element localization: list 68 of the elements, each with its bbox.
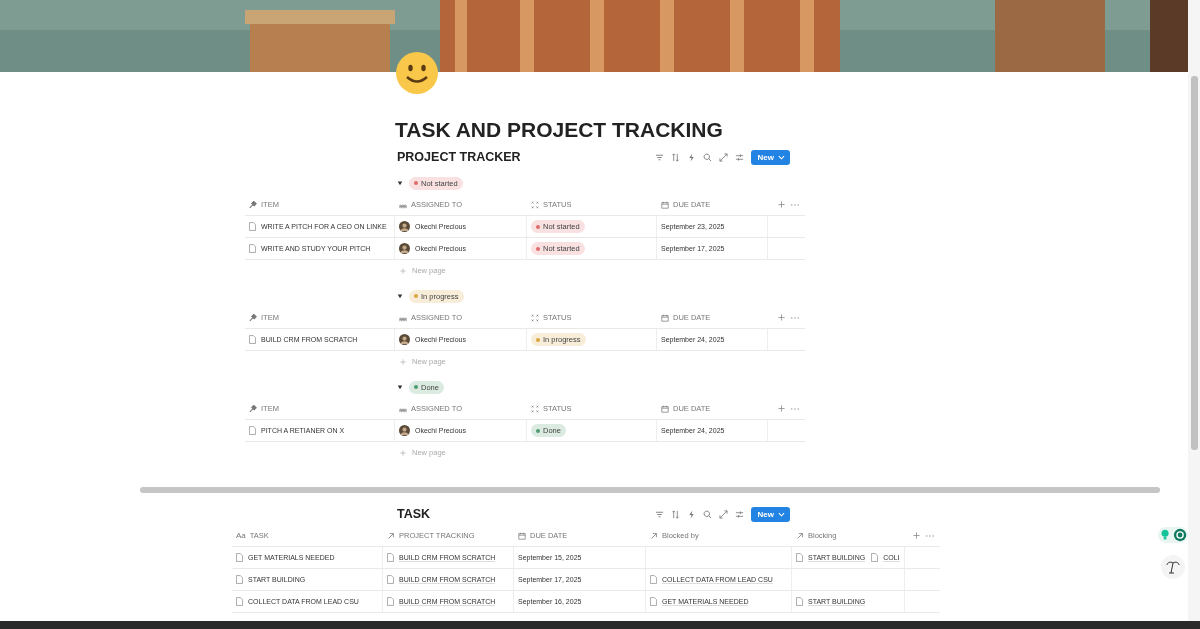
page-icon bbox=[650, 575, 657, 584]
text-type-icon: Aa bbox=[236, 531, 246, 540]
expand-icon[interactable] bbox=[718, 152, 728, 162]
avatar-icon bbox=[399, 425, 410, 436]
add-column-icon[interactable] bbox=[913, 532, 920, 539]
page-icon bbox=[650, 597, 657, 606]
new-button[interactable]: New bbox=[750, 506, 790, 522]
vertical-scrollbar[interactable] bbox=[1188, 0, 1200, 621]
caret-icon[interactable] bbox=[778, 511, 785, 517]
add-column-icon[interactable] bbox=[778, 201, 785, 208]
sort-icon[interactable] bbox=[670, 152, 680, 162]
page-title: TASK AND PROJECT TRACKING bbox=[395, 117, 724, 143]
filter-icon[interactable] bbox=[654, 509, 664, 519]
avatar-icon bbox=[399, 334, 410, 345]
calendar-icon bbox=[661, 404, 669, 413]
plus-icon[interactable] bbox=[400, 358, 406, 365]
filter-icon[interactable] bbox=[654, 152, 664, 162]
search-icon[interactable] bbox=[702, 509, 712, 519]
arrow-icon bbox=[387, 531, 395, 540]
expand-icon[interactable] bbox=[718, 509, 728, 519]
more-icon[interactable] bbox=[791, 407, 799, 410]
page-icon bbox=[249, 244, 256, 253]
toggle-icon[interactable] bbox=[397, 293, 403, 299]
hammer-icon bbox=[249, 200, 257, 209]
grammarly-icon[interactable] bbox=[1158, 527, 1188, 543]
page-icon bbox=[236, 575, 243, 584]
page-icon bbox=[387, 575, 394, 584]
new-button[interactable]: New bbox=[750, 149, 790, 165]
add-column-icon[interactable] bbox=[778, 314, 785, 321]
toggle-icon[interactable] bbox=[397, 180, 403, 186]
arrow-icon bbox=[650, 531, 658, 540]
page-icon bbox=[236, 553, 243, 562]
page-icon bbox=[871, 553, 879, 562]
page-icon bbox=[249, 335, 256, 344]
avatar-icon bbox=[399, 243, 410, 254]
status-icon bbox=[531, 404, 539, 413]
page-icon bbox=[249, 222, 256, 231]
calendar-icon bbox=[518, 531, 526, 540]
avatar-icon bbox=[399, 221, 410, 232]
sliders-icon[interactable] bbox=[734, 509, 744, 519]
arrow-icon bbox=[796, 531, 804, 540]
more-icon[interactable] bbox=[791, 316, 799, 319]
plus-icon[interactable] bbox=[400, 449, 406, 456]
toggle-icon[interactable] bbox=[397, 384, 403, 390]
page-icon bbox=[796, 553, 803, 562]
smiley-icon bbox=[395, 51, 439, 95]
database-title: PROJECT TRACKER bbox=[397, 150, 521, 164]
page-icon bbox=[236, 597, 243, 606]
sort-icon[interactable] bbox=[670, 509, 680, 519]
more-icon[interactable] bbox=[926, 534, 934, 537]
sliders-icon[interactable] bbox=[734, 152, 744, 162]
calendar-icon bbox=[661, 313, 669, 322]
page-icon bbox=[796, 597, 803, 606]
status-icon bbox=[531, 313, 539, 322]
page-icon bbox=[387, 553, 394, 562]
hammer-icon bbox=[249, 313, 257, 322]
status-icon bbox=[531, 200, 539, 209]
more-icon[interactable] bbox=[791, 203, 799, 206]
hammer-icon bbox=[249, 404, 257, 413]
horizontal-scrollbar[interactable] bbox=[140, 487, 1160, 493]
plus-icon[interactable] bbox=[400, 267, 406, 274]
page-icon bbox=[387, 597, 394, 606]
add-column-icon[interactable] bbox=[778, 405, 785, 412]
calendar-icon bbox=[661, 200, 669, 209]
page-icon bbox=[249, 426, 256, 435]
caret-icon[interactable] bbox=[778, 154, 785, 160]
database-title: TASK bbox=[397, 507, 431, 521]
search-icon[interactable] bbox=[702, 152, 712, 162]
